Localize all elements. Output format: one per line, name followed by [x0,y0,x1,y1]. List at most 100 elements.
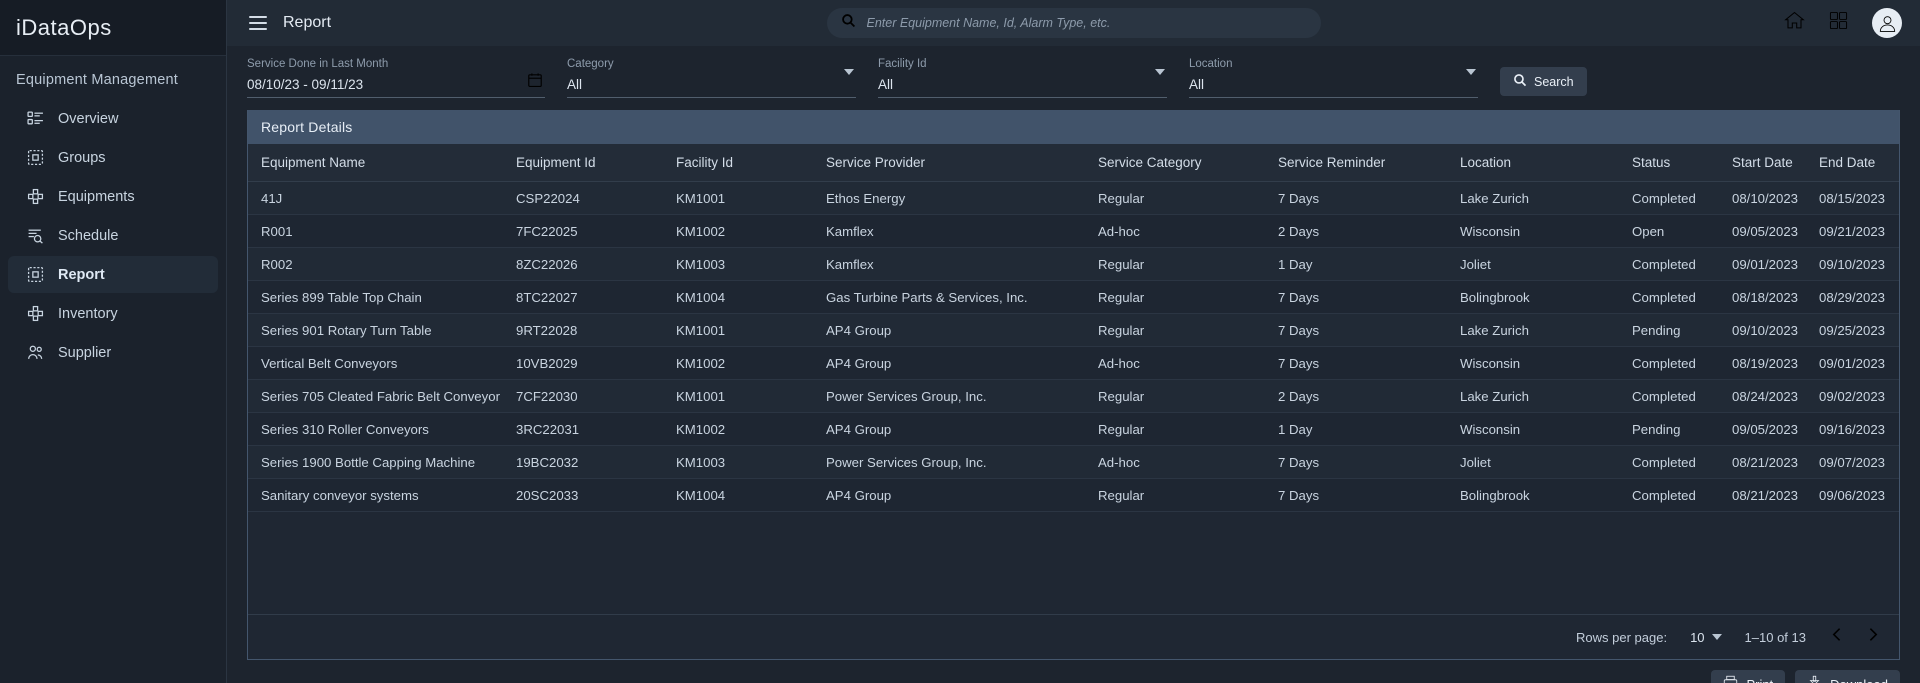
cell-facility-id: KM1003 [676,446,826,479]
filter-category[interactable]: Category All [567,58,856,98]
table-row[interactable]: Vertical Belt Conveyors10VB2029KM1002AP4… [248,347,1899,380]
cell-location: Wisconsin [1460,347,1632,380]
column-header-service-reminder[interactable]: Service Reminder [1278,144,1460,182]
chevron-left-icon[interactable] [1829,626,1846,648]
cell-service-provider: Power Services Group, Inc. [826,446,1098,479]
sidebar-item-equipments[interactable]: Equipments [8,178,218,215]
cell-location: Wisconsin [1460,413,1632,446]
cell-location: Joliet [1460,446,1632,479]
column-header-equipment-id[interactable]: Equipment Id [516,144,676,182]
column-header-location[interactable]: Location [1460,144,1632,182]
print-button[interactable]: Print [1711,670,1785,683]
rows-per-page-value: 10 [1690,630,1704,645]
cell-end-date: 09/02/2023 [1819,380,1899,413]
table-row[interactable]: 41JCSP22024KM1001Ethos EnergyRegular7 Da… [248,182,1899,215]
cell-equipment-id: 7FC22025 [516,215,676,248]
cell-service-category: Regular [1098,248,1278,281]
cell-start-date: 08/19/2023 [1732,347,1819,380]
cell-location: Bolingbrook [1460,479,1632,512]
cell-equipment-name: Series 899 Table Top Chain [248,281,516,314]
brand-logo[interactable]: iDataOps [0,0,226,56]
printer-icon [1723,675,1738,683]
cell-equipment-id: 10VB2029 [516,347,676,380]
report-table: Equipment Name Equipment Id Facility Id … [248,144,1899,512]
cell-equipment-name: Vertical Belt Conveyors [248,347,516,380]
filter-facility-label: Facility Id [878,58,1167,70]
cell-service-category: Ad-hoc [1098,446,1278,479]
sidebar-item-supplier[interactable]: Supplier [8,334,218,371]
chevron-down-icon[interactable] [1466,75,1476,93]
filter-facility-id[interactable]: Facility Id All [878,58,1167,98]
cell-service-category: Ad-hoc [1098,215,1278,248]
column-header-service-category[interactable]: Service Category [1098,144,1278,182]
report-card: Report Details Equipment Name Equipment … [247,110,1900,660]
cell-service-provider: Gas Turbine Parts & Services, Inc. [826,281,1098,314]
download-button[interactable]: Download [1795,670,1900,683]
cell-service-category: Regular [1098,182,1278,215]
sidebar-item-label: Schedule [58,228,118,244]
cell-end-date: 09/01/2023 [1819,347,1899,380]
report-box-icon [27,266,44,283]
filter-date-range[interactable]: Service Done in Last Month 08/10/23 - 09… [247,58,545,98]
cell-status: Pending [1632,413,1732,446]
sidebar-item-report[interactable]: Report [8,256,218,293]
cell-status: Completed [1632,347,1732,380]
rows-per-page-select[interactable]: 10 [1690,630,1721,645]
column-header-end-date[interactable]: End Date [1819,144,1899,182]
filter-location[interactable]: Location All [1189,58,1478,98]
cell-equipment-id: 3RC22031 [516,413,676,446]
cell-equipment-id: 20SC2033 [516,479,676,512]
table-head: Equipment Name Equipment Id Facility Id … [248,144,1899,182]
cell-equipment-name: Series 310 Roller Conveyors [248,413,516,446]
home-icon[interactable] [1784,10,1805,36]
sidebar-item-inventory[interactable]: Inventory [8,295,218,332]
table-row[interactable]: Series 310 Roller Conveyors3RC22031KM100… [248,413,1899,446]
chevron-down-icon[interactable] [1155,75,1165,93]
cell-location: Lake Zurich [1460,380,1632,413]
cell-service-reminder: 7 Days [1278,479,1460,512]
table-row[interactable]: Series 901 Rotary Turn Table9RT22028KM10… [248,314,1899,347]
cell-start-date: 08/10/2023 [1732,182,1819,215]
table-row[interactable]: Sanitary conveyor systems20SC2033KM1004A… [248,479,1899,512]
cell-start-date: 08/24/2023 [1732,380,1819,413]
sidebar-item-overview[interactable]: Overview [8,100,218,137]
global-search[interactable] [827,8,1321,38]
chevron-down-icon[interactable] [844,75,854,93]
column-header-status[interactable]: Status [1632,144,1732,182]
table-row[interactable]: Series 1900 Bottle Capping Machine19BC20… [248,446,1899,479]
column-header-start-date[interactable]: Start Date [1732,144,1819,182]
cell-status: Open [1632,215,1732,248]
cell-status: Completed [1632,380,1732,413]
column-header-facility-id[interactable]: Facility Id [676,144,826,182]
cell-status: Completed [1632,446,1732,479]
cell-status: Completed [1632,479,1732,512]
cell-service-category: Regular [1098,380,1278,413]
user-avatar-icon[interactable] [1872,8,1902,38]
column-header-service-provider[interactable]: Service Provider [826,144,1098,182]
sidebar-item-groups[interactable]: Groups [8,139,218,176]
supplier-people-icon [27,344,44,361]
sidebar-nav: Overview Groups Equipm [0,100,226,371]
filter-location-label: Location [1189,58,1478,70]
cell-service-reminder: 7 Days [1278,281,1460,314]
footer-actions: Print Download [227,660,1920,683]
cell-service-provider: AP4 Group [826,347,1098,380]
table-row[interactable]: R0017FC22025KM1002KamflexAd-hoc2 DaysWis… [248,215,1899,248]
table-row[interactable]: R0028ZC22026KM1003KamflexRegular1 DayJol… [248,248,1899,281]
hamburger-icon[interactable] [249,16,267,30]
chevron-right-icon[interactable] [1864,626,1881,648]
sidebar-item-label: Report [58,267,105,283]
table-row[interactable]: Series 899 Table Top Chain8TC22027KM1004… [248,281,1899,314]
calendar-icon[interactable] [527,72,543,93]
grid-apps-icon[interactable] [1829,11,1848,35]
chevron-down-icon [1712,634,1722,640]
cell-facility-id: KM1004 [676,281,826,314]
search-button[interactable]: Search [1500,67,1587,96]
column-header-equipment-name[interactable]: Equipment Name [248,144,516,182]
cell-start-date: 09/05/2023 [1732,413,1819,446]
sidebar-item-schedule[interactable]: Schedule [8,217,218,254]
table-row[interactable]: Series 705 Cleated Fabric Belt Conveyor7… [248,380,1899,413]
main-area: Report [227,0,1920,683]
cell-service-reminder: 7 Days [1278,314,1460,347]
search-input[interactable] [867,16,1307,30]
